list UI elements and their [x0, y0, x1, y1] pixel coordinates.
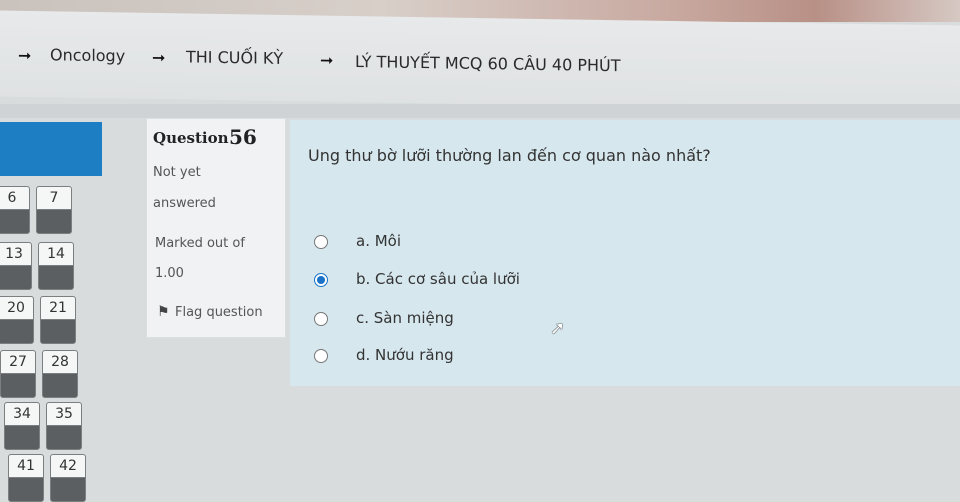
nav-question-number: 28 — [43, 351, 77, 374]
arrow-right-icon: ➞ — [320, 50, 334, 70]
answer-option-c[interactable]: c. Sàn miệng — [314, 309, 714, 335]
flag-question-link[interactable]: ⚑ Flag question — [157, 304, 263, 320]
answer-label[interactable]: c. Sàn miệng — [356, 309, 454, 327]
breadcrumb-oncology[interactable]: Oncology — [50, 45, 125, 65]
nav-question-button[interactable]: 20 — [0, 296, 34, 344]
grade-value: 1.00 — [155, 266, 184, 281]
nav-question-button[interactable]: 27 — [0, 350, 36, 398]
nav-question-number: 21 — [41, 297, 75, 320]
question-label: Question — [153, 129, 229, 147]
nav-question-button[interactable]: 35 — [46, 402, 82, 450]
answer-label[interactable]: b. Các cơ sâu của lưỡi — [356, 270, 520, 288]
radio-button[interactable] — [314, 312, 328, 326]
answer-label[interactable]: d. Nướu răng — [356, 346, 454, 364]
nav-question-button[interactable]: 7 — [36, 186, 72, 234]
nav-question-number: 27 — [1, 351, 35, 374]
nav-question-number: 41 — [9, 455, 43, 478]
nav-question-button[interactable]: 41 — [8, 454, 44, 502]
radio-button[interactable] — [314, 349, 328, 363]
arrow-right-icon: ➞ — [18, 45, 32, 65]
marked-out-of-label: Marked out of — [155, 236, 245, 251]
quiz-navigation-header — [0, 122, 102, 176]
breadcrumb: ➞ Oncology ➞ THI CUỐI KỲ ➞ LÝ THUYẾT MCQ… — [0, 10, 960, 112]
question-number: 56 — [229, 125, 257, 149]
answer-label[interactable]: a. Môi — [356, 232, 401, 250]
divider — [0, 104, 960, 118]
question-panel: Ung thư bờ lưỡi thường lan đến cơ quan n… — [290, 120, 960, 386]
nav-question-button[interactable]: 21 — [40, 296, 76, 344]
nav-question-number: 42 — [51, 455, 85, 478]
answer-option-b[interactable]: b. Các cơ sâu của lưỡi — [314, 270, 714, 296]
nav-question-number: 34 — [5, 403, 39, 426]
nav-question-number: 13 — [0, 243, 31, 266]
question-text: Ung thư bờ lưỡi thường lan đến cơ quan n… — [308, 146, 711, 165]
nav-question-button[interactable]: 14 — [38, 242, 74, 290]
nav-question-number: 6 — [0, 187, 29, 210]
nav-question-button[interactable]: 28 — [42, 350, 78, 398]
nav-question-button[interactable]: 42 — [50, 454, 86, 502]
flag-icon: ⚑ — [157, 304, 170, 320]
nav-question-number: 20 — [0, 297, 33, 320]
nav-question-number: 35 — [47, 403, 81, 426]
question-state: Not yet — [153, 165, 201, 180]
question-info-panel: Question 56 Not yet answered Marked out … — [146, 118, 286, 338]
nav-question-button[interactable]: 13 — [0, 242, 32, 290]
radio-button-selected[interactable] — [314, 273, 328, 287]
flag-question-label: Flag question — [175, 305, 263, 320]
nav-question-number: 14 — [39, 243, 73, 266]
answer-option-d[interactable]: d. Nướu răng — [314, 346, 714, 372]
nav-question-button[interactable]: 34 — [4, 402, 40, 450]
mouse-pointer-icon: ➚ — [550, 318, 566, 339]
breadcrumb-quiz[interactable]: LÝ THUYẾT MCQ 60 CÂU 40 PHÚT — [355, 52, 621, 75]
question-state-cont: answered — [153, 196, 216, 211]
breadcrumb-final-exam[interactable]: THI CUỐI KỲ — [186, 47, 283, 68]
nav-question-button[interactable]: 6 — [0, 186, 30, 234]
arrow-right-icon: ➞ — [152, 47, 166, 68]
nav-question-number: 7 — [37, 187, 71, 210]
radio-button[interactable] — [314, 235, 328, 249]
answer-option-a[interactable]: a. Môi — [314, 232, 714, 258]
